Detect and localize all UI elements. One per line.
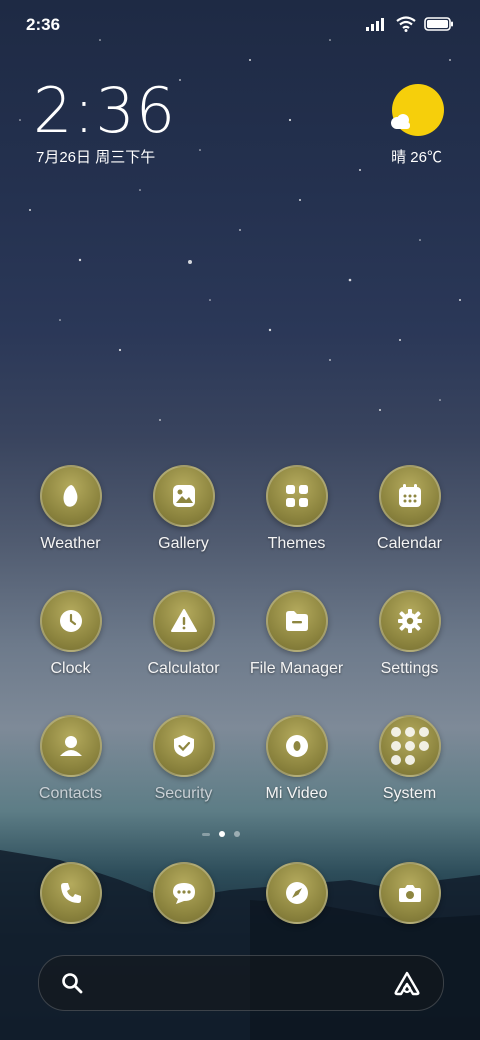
gallery-icon xyxy=(152,465,215,527)
search-bar[interactable] xyxy=(38,955,444,1011)
app-label: Calculator xyxy=(147,660,220,677)
clock-icon xyxy=(39,590,102,652)
folder-mini-icon xyxy=(418,727,429,737)
app-label: Clock xyxy=(50,660,91,677)
cloud-icon xyxy=(391,114,410,129)
app-label: Security xyxy=(154,785,213,802)
folder-mini-icon xyxy=(390,741,401,751)
app-label: System xyxy=(382,785,437,802)
assistant-icon[interactable] xyxy=(393,970,421,996)
battery-icon xyxy=(424,17,453,31)
status-time: 2:36 xyxy=(26,15,61,34)
app-gallery[interactable]: Gallery xyxy=(127,465,240,575)
dock-camera[interactable] xyxy=(353,862,466,924)
page-dot xyxy=(234,831,240,837)
folder-mini-icon xyxy=(418,741,429,751)
page-indicator-bar xyxy=(202,832,210,836)
app-file-manager[interactable]: File Manager xyxy=(240,590,353,700)
phone-icon xyxy=(39,862,102,924)
app-contacts[interactable]: Contacts xyxy=(14,715,127,825)
status-bar: 2:36 xyxy=(0,0,480,50)
clock-widget-time[interactable]: 2:36 xyxy=(33,74,176,147)
app-label: Mi Video xyxy=(265,785,328,802)
app-label: Contacts xyxy=(38,785,103,802)
calculator-icon xyxy=(152,590,215,652)
app-themes[interactable]: Themes xyxy=(240,465,353,575)
app-calculator[interactable]: Calculator xyxy=(127,590,240,700)
folder-icon xyxy=(378,715,441,777)
file-manager-icon xyxy=(265,590,328,652)
app-clock[interactable]: Clock xyxy=(14,590,127,700)
clock-widget-date: 7月26日 周三下午 xyxy=(36,149,156,166)
page-dot-active xyxy=(219,831,225,837)
app-label: Weather xyxy=(40,535,101,552)
folder-mini-icon xyxy=(404,741,415,751)
themes-icon xyxy=(265,465,328,527)
camera-icon xyxy=(378,862,441,924)
messages-icon xyxy=(152,862,215,924)
page-indicator[interactable] xyxy=(202,831,240,837)
security-icon xyxy=(152,715,215,777)
folder-mini-icon xyxy=(390,755,401,765)
weather-icon xyxy=(39,465,102,527)
folder-mini-icon xyxy=(404,727,415,737)
app-label: Settings xyxy=(380,660,439,677)
app-calendar[interactable]: Calendar xyxy=(353,465,466,575)
app-label: Calendar xyxy=(377,535,442,552)
app-label: File Manager xyxy=(249,660,344,677)
dock-phone[interactable] xyxy=(14,862,127,924)
wifi-icon xyxy=(396,16,416,32)
folder-system[interactable]: System xyxy=(353,715,466,825)
folder-mini-icon xyxy=(404,755,415,765)
signal-icon xyxy=(366,18,384,31)
app-mi-video[interactable]: Mi Video xyxy=(240,715,353,825)
weather-widget-temp: 晴 26℃ xyxy=(391,149,442,166)
calendar-icon xyxy=(378,465,441,527)
app-label: Gallery xyxy=(158,535,209,552)
dock-browser[interactable] xyxy=(240,862,353,924)
search-icon xyxy=(62,973,83,994)
app-weather[interactable]: Weather xyxy=(14,465,127,575)
folder-mini-icon xyxy=(390,727,401,737)
settings-icon xyxy=(378,590,441,652)
mi-video-icon xyxy=(265,715,328,777)
dock-messages[interactable] xyxy=(127,862,240,924)
browser-icon xyxy=(265,862,328,924)
app-settings[interactable]: Settings xyxy=(353,590,466,700)
app-security[interactable]: Security xyxy=(127,715,240,825)
contacts-icon xyxy=(39,715,102,777)
app-label: Themes xyxy=(267,535,326,552)
